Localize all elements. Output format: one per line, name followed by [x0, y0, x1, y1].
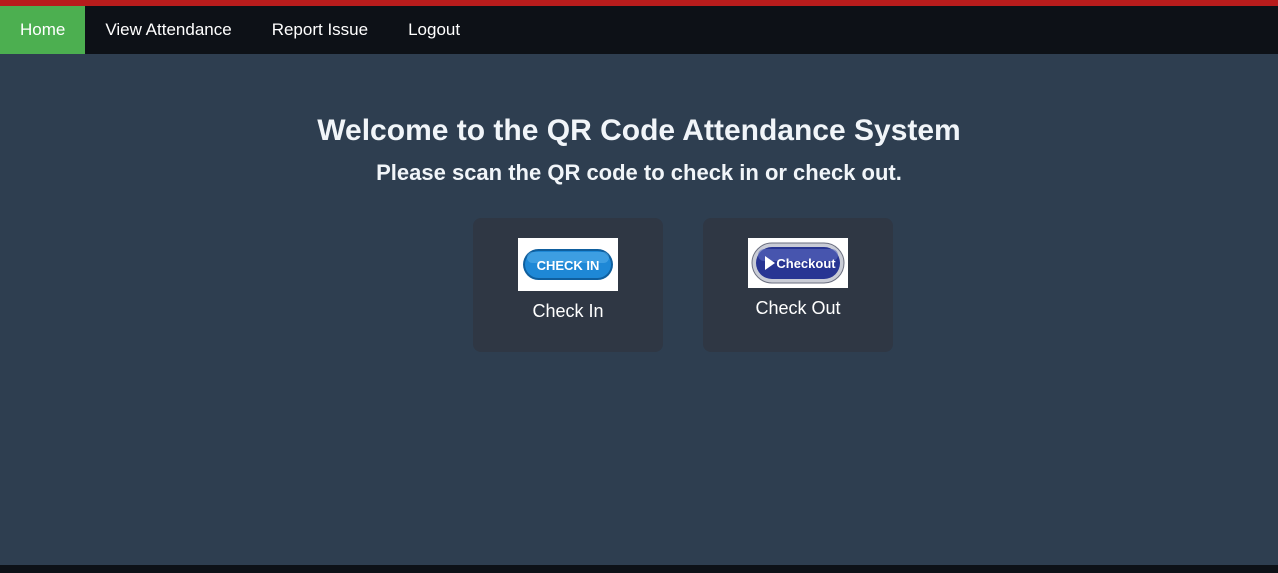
- top-navbar: Home View Attendance Report Issue Logout: [0, 6, 1278, 54]
- nav-logout[interactable]: Logout: [388, 6, 480, 54]
- footer-bar: [0, 565, 1278, 573]
- check-in-card[interactable]: CHECK IN Check In: [473, 218, 663, 352]
- check-in-graphic-text: CHECK IN: [537, 258, 600, 273]
- main-content: Welcome to the QR Code Attendance System…: [0, 54, 1278, 565]
- page-title: Welcome to the QR Code Attendance System: [317, 114, 961, 147]
- checkout-button-graphic: Checkout: [751, 242, 845, 284]
- check-out-label: Check Out: [755, 298, 841, 318]
- check-in-label: Check In: [532, 301, 604, 321]
- check-out-image[interactable]: Checkout: [748, 238, 848, 288]
- page-subtitle: Please scan the QR code to check in or c…: [376, 160, 902, 185]
- check-out-card[interactable]: Checkout Check Out: [703, 218, 893, 352]
- check-in-button-graphic: CHECK IN: [523, 249, 613, 280]
- nav-report-issue[interactable]: Report Issue: [252, 6, 388, 54]
- nav-view-attendance[interactable]: View Attendance: [85, 6, 251, 54]
- checkout-graphic-text: Checkout: [776, 256, 836, 271]
- nav-home[interactable]: Home: [0, 6, 86, 54]
- check-in-image[interactable]: CHECK IN: [518, 238, 618, 291]
